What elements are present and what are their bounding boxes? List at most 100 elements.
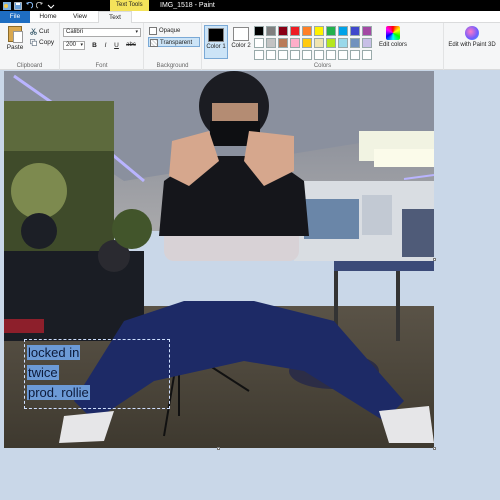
palette-color-swatch[interactable] — [278, 26, 288, 36]
palette-color-swatch[interactable] — [350, 50, 360, 60]
copy-icon — [30, 39, 37, 46]
palette-color-swatch[interactable] — [302, 26, 312, 36]
palette-color-swatch[interactable] — [362, 38, 372, 48]
paint3d-icon — [465, 26, 479, 40]
palette-color-swatch[interactable] — [338, 50, 348, 60]
scissors-icon — [30, 28, 37, 35]
palette-color-swatch[interactable] — [266, 26, 276, 36]
text-line-content: locked in — [27, 345, 81, 360]
palette-color-swatch[interactable] — [314, 50, 324, 60]
workspace-background — [0, 450, 500, 500]
cut-button[interactable]: Cut — [30, 27, 49, 36]
font-family-value: Calibri — [66, 29, 84, 35]
palette-color-swatch[interactable] — [278, 38, 288, 48]
font-family-select[interactable]: Calibri ▾ — [63, 28, 141, 37]
paint-app-icon — [3, 1, 11, 10]
chevron-down-icon: ▾ — [135, 29, 138, 35]
clipboard-icon — [8, 26, 23, 43]
canvas-area[interactable]: locked in twice prod. rollie — [0, 71, 500, 450]
colors-group-label: Colors — [313, 63, 332, 69]
background-group: Opaque Transparent Background — [144, 23, 202, 70]
color-palette — [254, 26, 373, 61]
palette-color-swatch[interactable] — [266, 38, 276, 48]
font-group-label: Font — [95, 63, 108, 69]
palette-color-swatch[interactable] — [326, 26, 336, 36]
palette-color-swatch[interactable] — [254, 26, 264, 36]
canvas-resize-handle-right[interactable] — [433, 258, 436, 261]
palette-color-swatch[interactable] — [254, 50, 264, 60]
palette-color-swatch[interactable] — [338, 26, 348, 36]
clipboard-group: Paste Cut Copy Clipboard — [0, 23, 60, 70]
background-group-label: Background — [156, 63, 189, 69]
text-line: prod. rollie — [27, 383, 167, 403]
paste-label: Paste — [6, 44, 24, 51]
transparent-label: Transparent — [160, 40, 193, 46]
color1-label: Color 1 — [206, 44, 226, 50]
customize-qat-icon[interactable] — [47, 2, 55, 10]
ribbon: Paste Cut Copy Clipboard Calibri ▾ 200 ▾… — [0, 23, 500, 70]
tab-view[interactable]: View — [66, 11, 94, 23]
palette-color-swatch[interactable] — [314, 38, 324, 48]
palette-color-swatch[interactable] — [290, 38, 300, 48]
undo-icon[interactable] — [25, 1, 33, 10]
palette-color-swatch[interactable] — [350, 26, 360, 36]
color2-button[interactable]: Color 2 — [229, 25, 253, 59]
text-line: twice — [27, 363, 167, 383]
bold-button[interactable]: B — [90, 41, 99, 50]
tab-home[interactable]: Home — [32, 11, 64, 23]
palette-color-swatch[interactable] — [350, 38, 360, 48]
text-line: locked in — [27, 343, 167, 363]
palette-color-swatch[interactable] — [290, 50, 300, 60]
opaque-icon — [149, 27, 157, 35]
image-canvas[interactable]: locked in twice prod. rollie — [4, 71, 434, 448]
edit-with-paint3d-button[interactable]: Edit with Paint 3D — [448, 26, 496, 49]
font-group: Calibri ▾ 200 ▾ B I U abc Font — [60, 23, 144, 70]
color2-swatch — [233, 27, 249, 41]
text-tools-context-tab: Text Tools — [110, 0, 149, 11]
underline-button[interactable]: U — [112, 41, 121, 50]
palette-color-swatch[interactable] — [254, 38, 264, 48]
cut-label: Cut — [39, 28, 50, 35]
palette-color-swatch[interactable] — [302, 50, 312, 60]
clipboard-group-label: Clipboard — [16, 63, 43, 69]
palette-color-swatch[interactable] — [326, 50, 336, 60]
palette-color-swatch[interactable] — [326, 38, 336, 48]
title-bar: Text Tools IMG_1518 - Paint — [0, 0, 500, 11]
copy-button[interactable]: Copy — [30, 38, 54, 47]
paste-button[interactable]: Paste — [4, 26, 26, 56]
chevron-down-icon: ▾ — [80, 42, 83, 48]
palette-color-swatch[interactable] — [266, 50, 276, 60]
italic-button[interactable]: I — [101, 41, 110, 50]
tab-file[interactable]: File — [0, 11, 30, 23]
copy-label: Copy — [39, 39, 55, 46]
colors-group: Color 1 Color 2 Edit colors Colors — [202, 23, 444, 70]
text-line-content: twice — [27, 365, 59, 380]
text-box[interactable]: locked in twice prod. rollie — [24, 339, 170, 409]
edit-colors-button[interactable]: Edit colors — [378, 26, 408, 49]
color1-button[interactable]: Color 1 — [204, 25, 228, 59]
window-title: IMG_1518 - Paint — [160, 2, 215, 9]
palette-color-swatch[interactable] — [362, 26, 372, 36]
save-icon[interactable] — [14, 1, 22, 10]
redo-icon[interactable] — [36, 1, 44, 10]
edit-colors-label: Edit colors — [378, 42, 407, 48]
transparent-option[interactable]: Transparent — [148, 37, 200, 47]
edit-with-paint3d-label: Edit with Paint 3D — [448, 42, 496, 48]
opaque-option[interactable]: Opaque — [148, 26, 200, 36]
transparent-icon — [150, 39, 158, 47]
color-wheel-icon — [386, 26, 400, 40]
text-line-content: prod. rollie — [27, 385, 90, 400]
strikethrough-button[interactable]: abc — [123, 41, 139, 50]
color2-label: Color 2 — [231, 43, 251, 49]
palette-color-swatch[interactable] — [362, 50, 372, 60]
palette-color-swatch[interactable] — [302, 38, 312, 48]
palette-color-swatch[interactable] — [278, 50, 288, 60]
palette-color-swatch[interactable] — [290, 26, 300, 36]
color1-swatch — [208, 28, 224, 42]
font-size-select[interactable]: 200 ▾ — [63, 41, 85, 50]
palette-color-swatch[interactable] — [338, 38, 348, 48]
ribbon-tab-bar: File Home View Text — [0, 11, 500, 24]
opaque-label: Opaque — [159, 28, 181, 34]
palette-color-swatch[interactable] — [314, 26, 324, 36]
font-size-value: 200 — [66, 42, 77, 48]
